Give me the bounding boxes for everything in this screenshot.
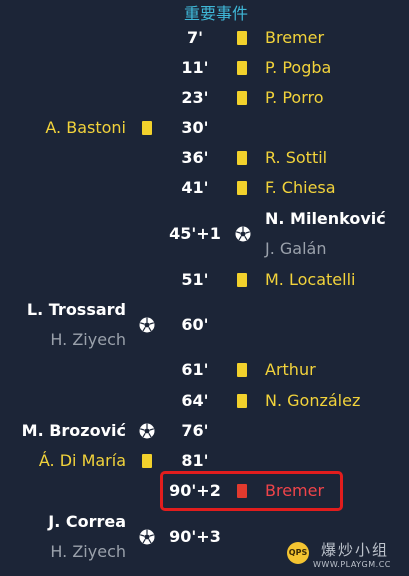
event-row: 11' P. Pogba <box>0 53 409 83</box>
event-row: 7' Bremer <box>0 23 409 53</box>
event-row: A. Bastoni 30' <box>0 113 409 143</box>
yellow-card-icon <box>237 151 247 165</box>
yellow-card-icon <box>237 273 247 287</box>
yellow-card-icon <box>237 181 247 195</box>
event-minute: 36' <box>181 148 209 167</box>
event-minute: 11' <box>181 58 209 77</box>
event-row: 36' R. Sottil <box>0 143 409 173</box>
event-row: 23' P. Porro <box>0 83 409 113</box>
goal-event-row: L. Trossard H. Ziyech 60' <box>0 295 409 355</box>
player-name[interactable]: Bremer <box>265 476 324 506</box>
yellow-card-icon <box>237 91 247 105</box>
yellow-card-icon <box>237 61 247 75</box>
event-row: 41' F. Chiesa <box>0 173 409 203</box>
player-name[interactable]: M. Locatelli <box>265 265 355 295</box>
scorer-name[interactable]: L. Trossard <box>27 295 126 325</box>
soccer-ball-icon <box>139 317 155 333</box>
player-name[interactable]: Bremer <box>265 23 324 53</box>
player-name[interactable]: P. Porro <box>265 83 324 113</box>
panel-title: 重要事件 <box>183 4 248 23</box>
scorer-name[interactable]: N. Milenković <box>265 204 386 234</box>
match-events-panel: 重要事件 7' Bremer 11' P. Pogba 23' P. Porro… <box>0 0 409 576</box>
watermark-url: WWW.PLAYGM.CC <box>313 560 391 569</box>
player-name[interactable]: Arthur <box>265 355 316 385</box>
yellow-card-icon <box>237 394 247 408</box>
yellow-card-icon <box>237 363 247 377</box>
event-minute: 60' <box>181 315 209 334</box>
goal-event-row: N. Milenković J. Galán 45'+1 <box>0 204 409 264</box>
red-card-icon <box>237 484 247 498</box>
watermark: QPS 爆炒小组 WWW.PLAYGM.CC <box>281 536 409 576</box>
event-minute: 51' <box>181 270 209 289</box>
yellow-card-icon <box>142 121 152 135</box>
event-minute: 76' <box>181 421 209 440</box>
player-name[interactable]: R. Sottil <box>265 143 327 173</box>
player-name[interactable]: A. Bastoni <box>45 113 126 143</box>
event-minute: 41' <box>181 178 209 197</box>
scorer-name[interactable]: M. Brozović <box>22 416 126 446</box>
player-name[interactable]: Á. Di María <box>39 446 126 476</box>
watermark-logo-icon: QPS <box>287 542 309 564</box>
yellow-card-icon <box>142 454 152 468</box>
scorer-name[interactable]: J. Correa <box>48 507 126 537</box>
assist-name[interactable]: H. Ziyech <box>50 325 126 355</box>
assist-name[interactable]: H. Ziyech <box>50 537 126 567</box>
watermark-text: 爆炒小组 <box>321 541 390 559</box>
event-minute: 23' <box>181 88 209 107</box>
soccer-ball-icon <box>139 423 155 439</box>
yellow-card-icon <box>237 31 247 45</box>
event-row: 90'+2 Bremer <box>0 476 409 506</box>
event-minute: 64' <box>181 391 209 410</box>
event-row: 64' N. González <box>0 386 409 416</box>
event-minute: 45'+1 <box>169 224 221 243</box>
player-name[interactable]: N. González <box>265 386 360 416</box>
event-row: 61' Arthur <box>0 355 409 385</box>
event-row: 51' M. Locatelli <box>0 265 409 295</box>
player-name[interactable]: F. Chiesa <box>265 173 336 203</box>
soccer-ball-icon <box>235 226 251 242</box>
event-minute: 61' <box>181 360 209 379</box>
soccer-ball-icon <box>139 529 155 545</box>
goal-event-row: M. Brozović 76' <box>0 416 409 446</box>
event-minute: 30' <box>181 118 209 137</box>
player-name[interactable]: P. Pogba <box>265 53 331 83</box>
event-minute: 90'+3 <box>169 527 221 546</box>
event-minute: 90'+2 <box>169 481 221 500</box>
assist-name[interactable]: J. Galán <box>265 234 326 264</box>
event-minute: 7' <box>186 28 204 47</box>
